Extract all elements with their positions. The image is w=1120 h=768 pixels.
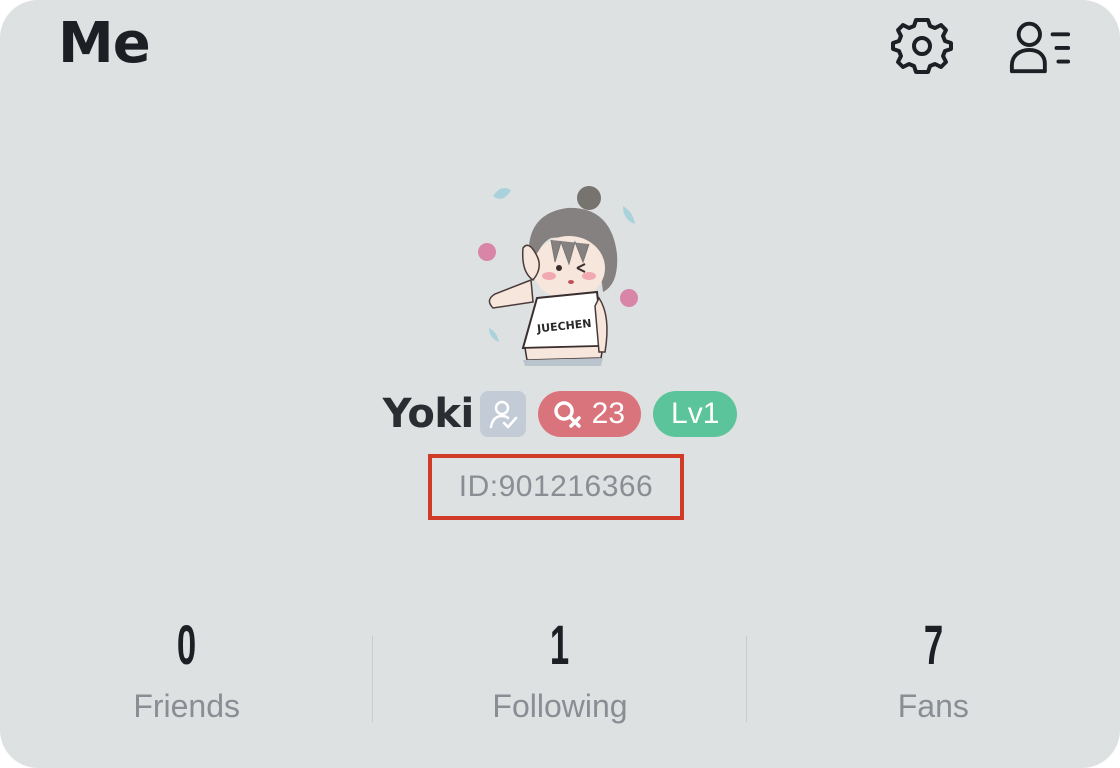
stats-divider: [372, 636, 373, 722]
stat-value: 1: [550, 613, 570, 676]
user-id[interactable]: ID:901216366: [428, 454, 684, 520]
stat-fans[interactable]: 7 Fans: [747, 612, 1120, 732]
verification-badge[interactable]: [479, 391, 526, 437]
stat-value: 0: [176, 613, 197, 676]
user-list-icon: [1009, 21, 1071, 74]
stats-divider: [746, 636, 747, 722]
page-title: Me: [58, 11, 151, 76]
username: Yoki: [382, 391, 475, 437]
stat-label: Following: [492, 688, 628, 724]
gender-age-badge: 23: [537, 391, 642, 437]
settings-button[interactable]: [890, 14, 954, 78]
level-badge[interactable]: Lv1: [653, 391, 738, 437]
female-icon: [553, 401, 581, 428]
verified-user-icon: [489, 400, 517, 429]
stat-following[interactable]: 1 Following: [373, 612, 746, 732]
avatar-illustration: JUECHEN: [478, 186, 638, 366]
avatar[interactable]: JUECHEN: [471, 176, 649, 366]
profile-menu-button[interactable]: [1008, 14, 1072, 78]
gear-icon: [891, 18, 953, 74]
stat-value: 7: [923, 613, 943, 676]
stat-label: Friends: [133, 688, 241, 724]
stat-label: Fans: [897, 688, 969, 724]
stat-friends[interactable]: 0 Friends: [0, 612, 373, 732]
age-value: 23: [591, 397, 626, 430]
profile-name-row: Yoki 23 Lv1: [0, 390, 1120, 438]
stats-bar: 0 Friends 1 Following 7 Fans: [0, 612, 1120, 732]
me-screen: Me JUECHEN Yoki 23 Lv1 ID:901216366 0 Fr…: [0, 0, 1120, 768]
